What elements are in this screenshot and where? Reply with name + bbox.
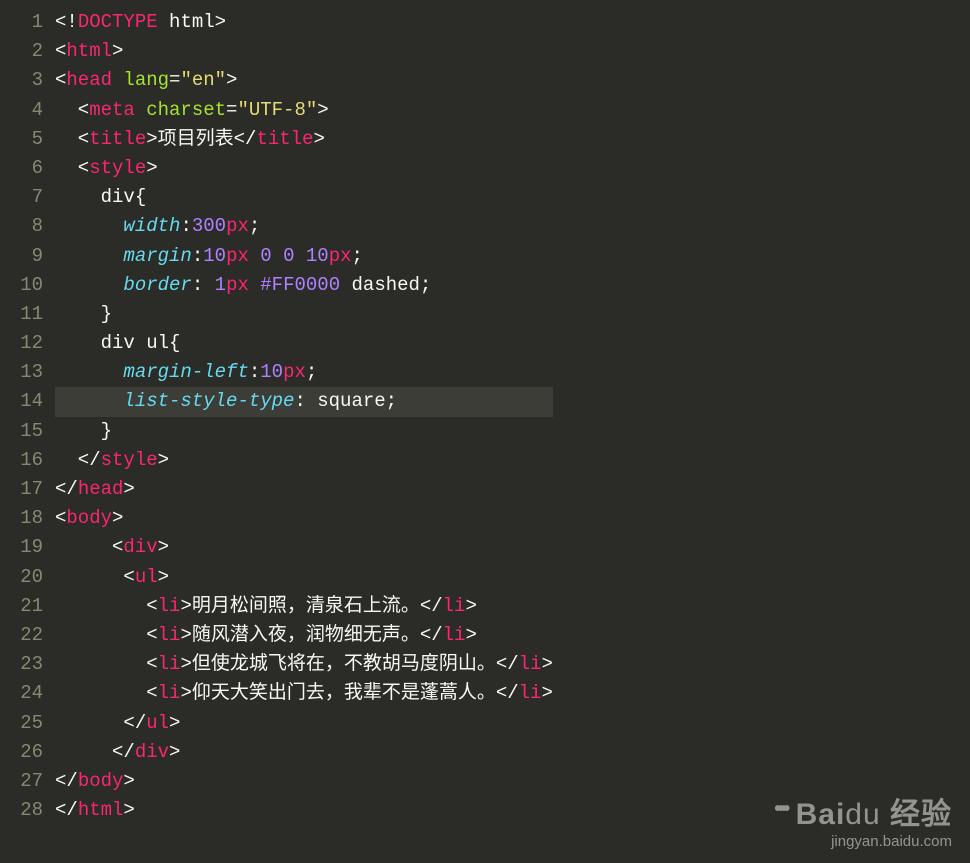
line-number: 23 xyxy=(0,650,55,679)
code-line[interactable]: <li>仰天大笑出门去，我辈不是蓬蒿人。</li> xyxy=(55,679,553,708)
line-number: 6 xyxy=(0,154,55,183)
line-number: 2 xyxy=(0,37,55,66)
code-line[interactable]: <meta charset="UTF-8"> xyxy=(55,96,553,125)
code-line[interactable]: <li>但使龙城飞将在，不教胡马度阴山。</li> xyxy=(55,650,553,679)
code-line[interactable]: <title>项目列表</title> xyxy=(55,125,553,154)
code-line[interactable]: width:300px; xyxy=(55,212,553,241)
code-line[interactable]: </ul> xyxy=(55,709,553,738)
code-line[interactable]: margin:10px 0 0 10px; xyxy=(55,242,553,271)
line-number: 9 xyxy=(0,242,55,271)
code-line[interactable]: <!DOCTYPE html> xyxy=(55,8,553,37)
line-number: 5 xyxy=(0,125,55,154)
line-number-gutter: 1234567891011121314151617181920212223242… xyxy=(0,0,55,863)
code-line[interactable]: <style> xyxy=(55,154,553,183)
code-line[interactable]: </html> xyxy=(55,796,553,825)
code-line[interactable]: div{ xyxy=(55,183,553,212)
code-line[interactable]: <div> xyxy=(55,533,553,562)
line-number: 26 xyxy=(0,738,55,767)
code-line[interactable]: list-style-type: square; xyxy=(55,387,553,416)
line-number: 10 xyxy=(0,271,55,300)
line-number: 16 xyxy=(0,446,55,475)
code-editor[interactable]: 1234567891011121314151617181920212223242… xyxy=(0,0,970,863)
code-line[interactable]: margin-left:10px; xyxy=(55,358,553,387)
line-number: 24 xyxy=(0,679,55,708)
line-number: 25 xyxy=(0,709,55,738)
code-line[interactable]: <head lang="en"> xyxy=(55,66,553,95)
line-number: 17 xyxy=(0,475,55,504)
code-line[interactable]: <li>随风潜入夜，润物细无声。</li> xyxy=(55,621,553,650)
code-line[interactable]: </body> xyxy=(55,767,553,796)
line-number: 19 xyxy=(0,533,55,562)
line-number: 12 xyxy=(0,329,55,358)
code-line[interactable]: div ul{ xyxy=(55,329,553,358)
code-line[interactable]: <li>明月松间照，清泉石上流。</li> xyxy=(55,592,553,621)
watermark-logo-cn: 经验 xyxy=(890,798,952,831)
line-number: 28 xyxy=(0,796,55,825)
watermark-url: jingyan.baidu.com xyxy=(774,833,952,851)
line-number: 22 xyxy=(0,621,55,650)
watermark-logo-text: Bai xyxy=(796,798,846,831)
line-number: 11 xyxy=(0,300,55,329)
line-number: 15 xyxy=(0,417,55,446)
code-line[interactable]: <html> xyxy=(55,37,553,66)
code-line[interactable]: } xyxy=(55,300,553,329)
watermark-logo: •••• Baidu 经验 xyxy=(774,797,952,833)
line-number: 14 xyxy=(0,387,55,416)
code-line[interactable]: </div> xyxy=(55,738,553,767)
line-number: 13 xyxy=(0,358,55,387)
line-number: 18 xyxy=(0,504,55,533)
paw-icon: •••• xyxy=(774,797,786,821)
line-number: 8 xyxy=(0,212,55,241)
line-number: 4 xyxy=(0,96,55,125)
code-line[interactable]: <ul> xyxy=(55,563,553,592)
line-number: 21 xyxy=(0,592,55,621)
line-number: 3 xyxy=(0,66,55,95)
line-number: 7 xyxy=(0,183,55,212)
code-line[interactable]: } xyxy=(55,417,553,446)
watermark: •••• Baidu 经验 jingyan.baidu.com xyxy=(774,797,952,851)
code-area[interactable]: <!DOCTYPE html><html><head lang="en"> <m… xyxy=(55,0,553,863)
code-line[interactable]: <body> xyxy=(55,504,553,533)
line-number: 27 xyxy=(0,767,55,796)
code-line[interactable]: </head> xyxy=(55,475,553,504)
code-line[interactable]: border: 1px #FF0000 dashed; xyxy=(55,271,553,300)
line-number: 20 xyxy=(0,563,55,592)
line-number: 1 xyxy=(0,8,55,37)
code-line[interactable]: </style> xyxy=(55,446,553,475)
